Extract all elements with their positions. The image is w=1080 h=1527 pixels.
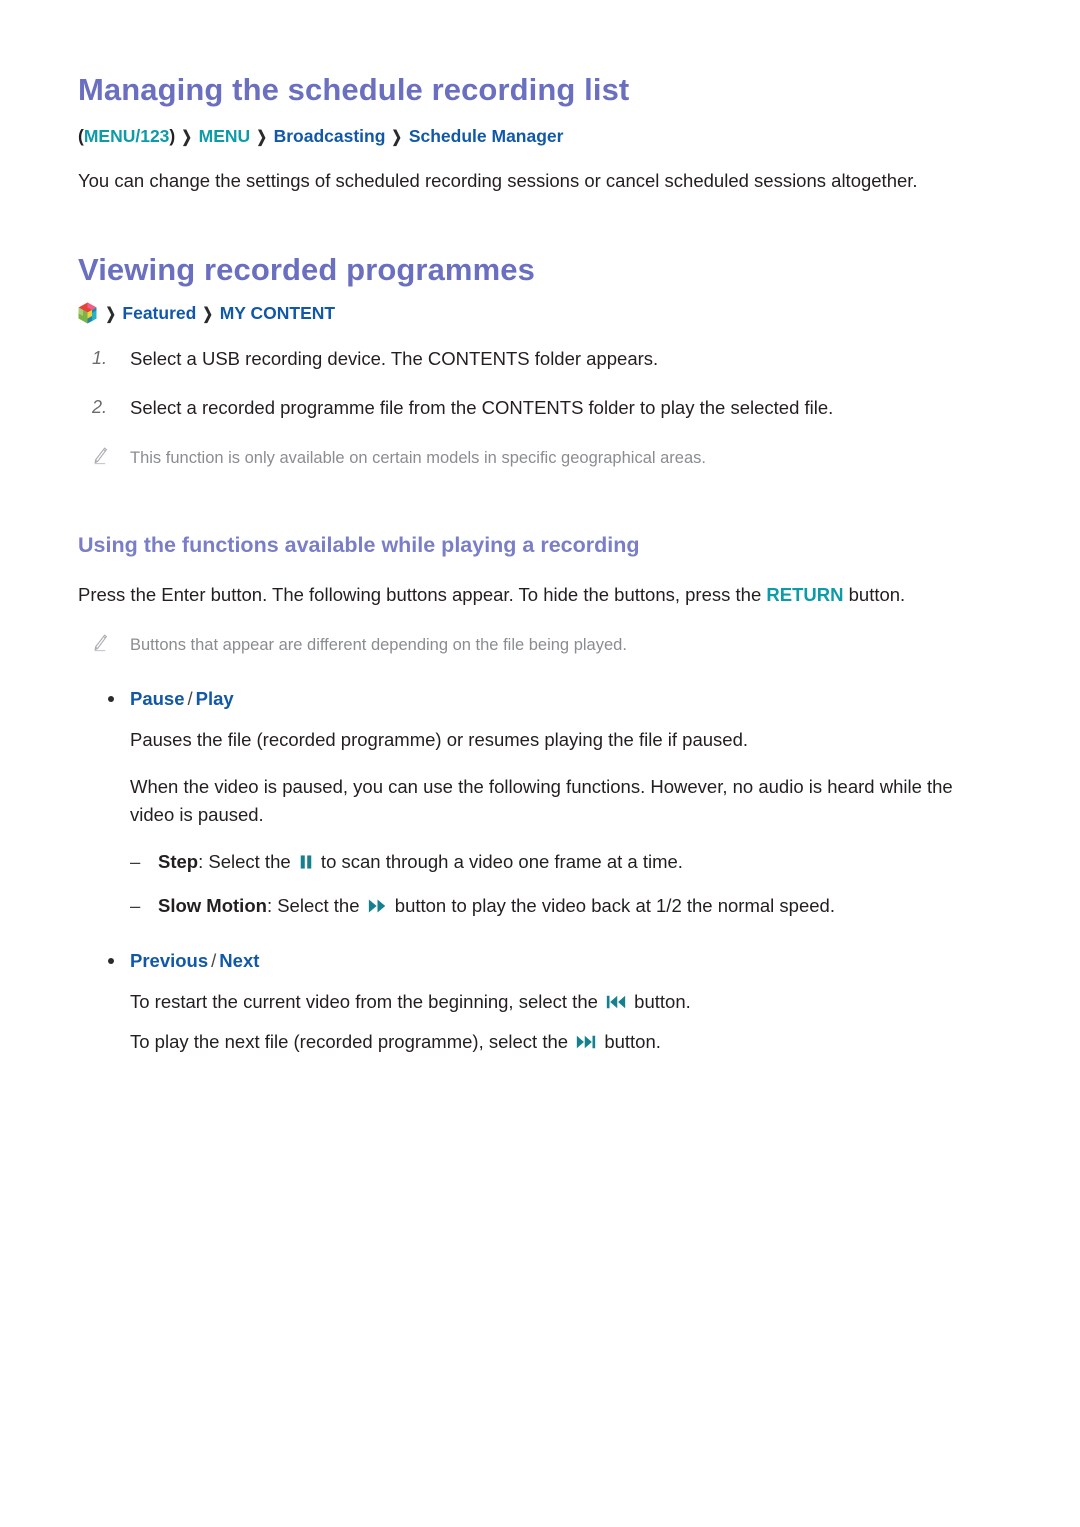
- skip-next-icon[interactable]: [576, 1034, 596, 1050]
- note-text: This function is only available on certa…: [130, 449, 706, 468]
- subitem-text-before: : Select the: [198, 851, 296, 873]
- subitem-step: – Step: Select the to scan through a vide…: [78, 848, 1002, 876]
- previous-text-before: To restart the current video from the be…: [130, 990, 604, 1012]
- breadcrumb-close-paren: ): [169, 125, 176, 146]
- list-item: 1. Select a USB recording device. The CO…: [78, 345, 1002, 373]
- section1-paragraph: You can change the settings of scheduled…: [78, 170, 918, 192]
- chevron-right-icon: ❯: [202, 306, 214, 324]
- bullet-previous-next: Previous / Next: [78, 948, 1002, 974]
- chevron-right-icon: ❯: [391, 128, 403, 146]
- bullet-label-previous[interactable]: Previous: [130, 950, 208, 971]
- bullet-label-separator: /: [211, 949, 217, 971]
- note-text: Buttons that appear are different depend…: [130, 636, 627, 655]
- page-title-viewing-recorded-programmes: Viewing recorded programmes: [78, 251, 535, 287]
- dash-marker: –: [130, 894, 141, 916]
- breadcrumb-schedule-manager: (MENU/123) ❯ MENU ❯ Broadcasting ❯ Schedule Ma…: [78, 124, 1002, 149]
- subheading-using-the-functions: Using the functions available while play…: [78, 532, 640, 557]
- subitem-term-slow-motion: Slow Motion: [158, 894, 267, 916]
- page-title-managing-schedule-recording-list: Managing the schedule recording list: [78, 72, 630, 107]
- breadcrumb-item-featured[interactable]: Featured: [122, 303, 196, 323]
- skip-previous-icon[interactable]: [606, 994, 626, 1010]
- pencil-icon: [92, 447, 108, 465]
- subitem-text-after: to scan through a video one frame at a t…: [315, 851, 683, 873]
- bullet-dot-icon: [108, 696, 114, 703]
- note-geographical-areas: This function is only available on certa…: [78, 446, 1002, 471]
- chevron-right-icon: ❯: [181, 128, 193, 146]
- previous-description: To restart the current video from the be…: [78, 988, 1002, 1017]
- pause-play-description-2: When the video is paused, you can use th…: [130, 775, 953, 826]
- step-number: 1.: [92, 347, 108, 368]
- bullet-label-play[interactable]: Play: [196, 688, 234, 709]
- numbered-steps-list: 1. Select a USB recording device. The CO…: [78, 345, 1002, 423]
- subitem-text-before: : Select the: [266, 894, 365, 916]
- breadcrumb-item-broadcasting[interactable]: Broadcasting: [274, 126, 386, 146]
- fast-forward-icon[interactable]: [368, 898, 387, 914]
- breadcrumb-item-schedule-manager[interactable]: Schedule Manager: [409, 126, 564, 146]
- note-buttons-differ: Buttons that appear are different depend…: [78, 633, 1002, 658]
- step-number: 2.: [92, 397, 108, 418]
- pause-icon[interactable]: [299, 854, 313, 870]
- pause-play-description-1: Pauses the file (recorded programme) or …: [130, 729, 748, 751]
- chevron-right-icon: ❯: [105, 306, 116, 324]
- step-text: Select a recorded programme file from th…: [130, 397, 834, 419]
- bullet-label-separator: /: [187, 688, 193, 710]
- smart-hub-icon: [78, 302, 97, 324]
- next-text-after: button.: [599, 1031, 661, 1053]
- breadcrumb-my-content: ❯ Featured ❯ MY CONTENT: [78, 301, 1002, 326]
- next-description: To play the next file (recorded programm…: [78, 1028, 1002, 1057]
- subitem-text-after: button to play the video back at 1/2 the…: [389, 894, 835, 916]
- bullet-dot-icon: [108, 957, 114, 964]
- intro-text-part1: Press the Enter button. The following bu…: [78, 583, 767, 605]
- bullet-label-next[interactable]: Next: [219, 950, 259, 971]
- list-item: 2. Select a recorded programme file from…: [78, 394, 1002, 422]
- bullet-pause-play: Pause / Play: [78, 686, 1002, 712]
- chevron-right-icon: ❯: [256, 128, 268, 146]
- breadcrumb-item-menu[interactable]: MENU: [199, 126, 251, 146]
- subitem-term-step: Step: [158, 851, 199, 873]
- section3-intro-paragraph: Press the Enter button. The following bu…: [78, 581, 1002, 610]
- bullet-label-pause[interactable]: Pause: [130, 688, 185, 709]
- next-text-before: To play the next file (recorded programm…: [130, 1031, 574, 1053]
- pencil-icon: [92, 634, 108, 652]
- breadcrumb-item-menu123[interactable]: MENU/123: [84, 126, 170, 146]
- breadcrumb-item-my-content[interactable]: MY CONTENT: [220, 303, 335, 323]
- return-button-keyword[interactable]: RETURN: [766, 584, 843, 605]
- step-text: Select a USB recording device. The CONTE…: [130, 347, 659, 369]
- intro-text-part2: button.: [843, 583, 906, 605]
- subitem-slow-motion: – Slow Motion: Select the button to play …: [78, 892, 1002, 920]
- previous-text-after: button.: [629, 990, 691, 1012]
- document-page: Managing the schedule recording list (ME…: [0, 0, 1080, 1527]
- dash-marker: –: [130, 851, 141, 873]
